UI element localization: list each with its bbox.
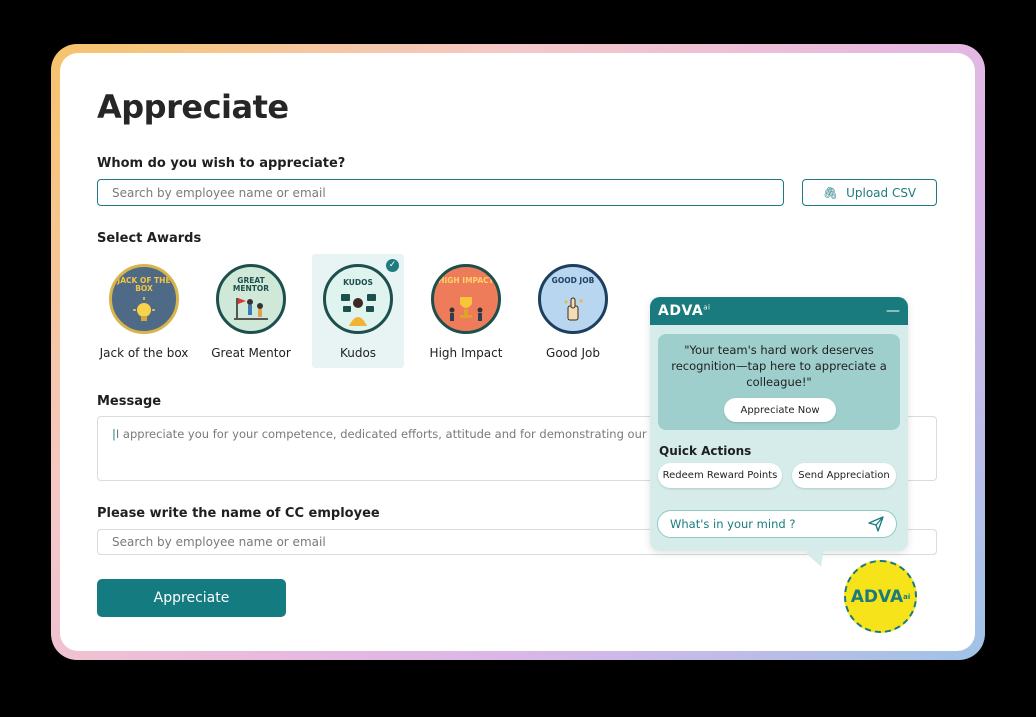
upload-csv-button[interactable]: 🖇 Upload CSV <box>802 179 937 206</box>
paperclip-icon: 🖇 <box>822 185 839 200</box>
chat-prompt-card: "Your team's hard work deserves recognit… <box>658 334 900 430</box>
adva-launcher-button[interactable]: ADVA ai <box>844 560 917 633</box>
jack-of-the-box-badge: JACK OF THE BOX <box>109 264 179 334</box>
adva-chat-panel: ADVAai — "Your team's hard work deserves… <box>650 297 908 551</box>
award-high-impact[interactable]: HIGH IMPACT High Impact <box>420 254 512 368</box>
award-jack-of-the-box[interactable]: JACK OF THE BOX Jack of the box <box>98 254 190 368</box>
awards-label: Select Awards <box>97 231 202 246</box>
high-impact-badge: HIGH IMPACT <box>431 264 501 334</box>
award-kudos[interactable]: ✓ KUDOS Kudos <box>312 254 404 368</box>
award-name: Good Job <box>546 346 600 360</box>
appreciate-submit-button[interactable]: Appreciate <box>97 579 286 617</box>
adva-badge-sup: ai <box>903 592 911 601</box>
chat-header: ADVAai — <box>650 297 908 325</box>
redeem-reward-points-button[interactable]: Redeem Reward Points <box>658 463 782 488</box>
minimize-icon[interactable]: — <box>886 304 900 318</box>
award-name: High Impact <box>429 346 503 360</box>
send-icon[interactable] <box>868 516 884 532</box>
award-good-job[interactable]: GOOD JOB Good Job <box>527 254 619 368</box>
kudos-badge: KUDOS <box>323 264 393 334</box>
send-appreciation-button[interactable]: Send Appreciation <box>792 463 896 488</box>
recipient-search-placeholder: Search by employee name or email <box>112 185 326 200</box>
mentor-illustration-icon <box>234 298 268 320</box>
appreciate-now-button[interactable]: Appreciate Now <box>724 398 836 422</box>
award-great-mentor[interactable]: GREAT MENTOR Great Mentor <box>205 254 297 368</box>
kudos-person-icon <box>341 294 376 326</box>
award-name: Kudos <box>339 346 377 360</box>
upload-csv-label: Upload CSV <box>846 185 917 200</box>
chat-prompt-text: "Your team's hard work deserves recognit… <box>671 343 887 389</box>
chat-input[interactable]: What's in your mind ? <box>657 510 897 538</box>
award-name: Jack of the box <box>99 346 189 360</box>
trophy-icon <box>449 297 483 321</box>
recipient-label: Whom do you wish to appreciate? <box>97 156 346 171</box>
message-label: Message <box>97 394 162 409</box>
adva-badge-text: ADVA <box>850 586 904 607</box>
thumbs-up-icon <box>564 297 583 321</box>
adva-brand-sup: ai <box>703 303 711 312</box>
page-title: Appreciate <box>97 88 289 126</box>
quick-actions-title: Quick Actions <box>659 444 752 458</box>
adva-logo: ADVAai <box>658 303 710 319</box>
cc-search-placeholder: Search by employee name or email <box>112 535 326 549</box>
award-name: Great Mentor <box>211 346 291 360</box>
chat-input-placeholder: What's in your mind ? <box>670 517 796 531</box>
lightbulb-icon <box>133 297 155 321</box>
recipient-search-input[interactable]: Search by employee name or email <box>97 179 784 206</box>
adva-brand: ADVA <box>658 303 704 319</box>
cc-label: Please write the name of CC employee <box>97 506 380 521</box>
great-mentor-badge: GREAT MENTOR <box>216 264 286 334</box>
message-text: I appreciate you for your competence, de… <box>115 427 692 441</box>
good-job-badge: GOOD JOB <box>538 264 608 334</box>
